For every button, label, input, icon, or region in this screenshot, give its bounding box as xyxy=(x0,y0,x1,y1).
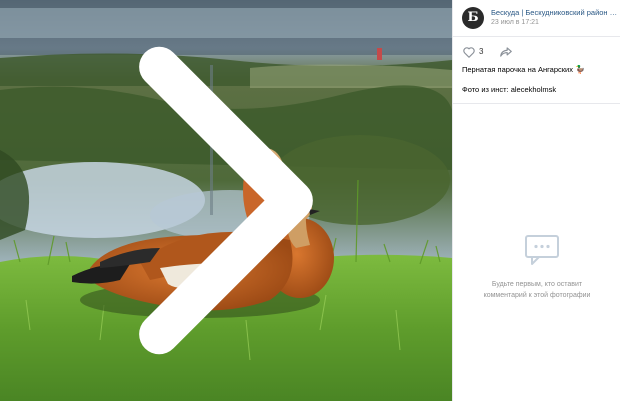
chat-bubble-icon xyxy=(525,235,559,265)
share-arrow-icon[interactable] xyxy=(499,45,513,59)
divider xyxy=(453,36,620,37)
like-button[interactable]: 3 xyxy=(462,45,490,59)
caption-text: Пернатая парочка на Ангарских xyxy=(462,65,573,74)
photo-viewer[interactable] xyxy=(0,0,452,401)
post-caption: Пернатая парочка на Ангарских 🦆 xyxy=(462,65,585,74)
no-comments-line-1: Будьте первым, кто оставит xyxy=(491,281,583,288)
post-date[interactable]: 23 июл в 17:21 xyxy=(491,19,539,26)
photo-credit: Фото из инст: alecekholmsk xyxy=(462,85,557,94)
chevron-right-icon[interactable] xyxy=(0,0,452,401)
avatar[interactable]: Б xyxy=(462,7,484,29)
like-count: 3 xyxy=(479,47,484,56)
divider xyxy=(453,103,620,104)
author-block: Б Бескуда | Бескудниковский район М... 2… xyxy=(462,7,619,31)
post-sidebar: Б Бескуда | Бескудниковский район М... 2… xyxy=(452,0,620,401)
no-comments-line-2: комментарий к этой фотографии xyxy=(483,292,591,299)
no-comments-message: Будьте первым, кто оставит комментарий к… xyxy=(467,279,607,301)
author-name-link[interactable]: Бескуда | Бескудниковский район М... xyxy=(491,8,619,17)
heart-icon xyxy=(463,47,475,58)
duck-emoji: 🦆 xyxy=(575,65,586,74)
